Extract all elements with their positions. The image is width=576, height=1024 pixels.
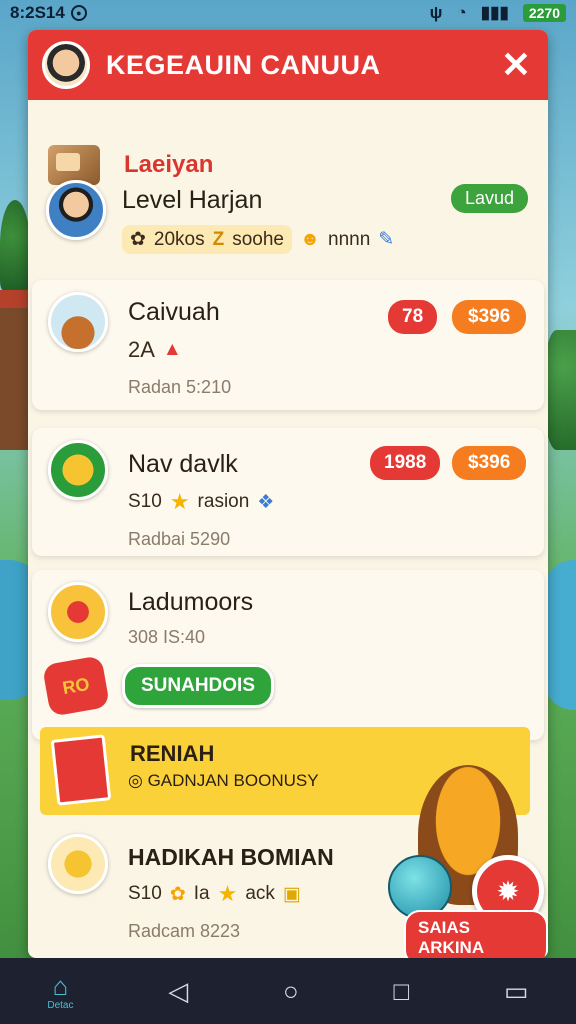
- dialog-title: KEGEAUIN CANUUA: [106, 49, 381, 80]
- star-icon: ★: [169, 489, 190, 514]
- navigation-bar: ⌂ Detac ◁ ○ □ ▭: [0, 958, 576, 1024]
- gem-icon: ❖: [257, 491, 275, 513]
- prize-button[interactable]: SAIAS ARKINA: [404, 910, 548, 958]
- status-bar: 8:2S14 ● ψ ◔ ▮▮▮ 2270: [0, 0, 576, 26]
- background-tree-right: [544, 330, 576, 450]
- count-badge: 78: [388, 300, 438, 334]
- level-pill: ✿ 20kos Z soohe: [122, 225, 293, 254]
- reward-dialog: KEGEAUIN CANUUA ✕ Laeiyan Level Harjan ✿…: [28, 30, 548, 958]
- coin-icon: ✿: [169, 883, 186, 905]
- level-badge[interactable]: Lavud: [450, 184, 528, 213]
- back-icon: ◁: [168, 975, 189, 1006]
- list-item[interactable]: Caivuah 2A ▲ Radan 5:210 78 $396: [32, 280, 544, 410]
- background-water-right: [544, 560, 576, 710]
- background-palm-tree: [0, 200, 30, 290]
- gift-box-icon: [50, 734, 112, 806]
- list-item[interactable]: Ladumoors 308 IS:40 RO SUNAHDOIS: [32, 570, 544, 740]
- bag-icon: RO: [41, 655, 111, 717]
- mascot-illustration: ✹: [388, 755, 548, 935]
- home-icon: ⌂: [52, 971, 69, 1001]
- star-icon: ★: [217, 881, 238, 906]
- count-badge: 1988: [370, 446, 441, 480]
- mascot-face-icon: ☻: [300, 228, 321, 250]
- wallet-button[interactable]: ▭: [504, 976, 529, 1007]
- battery-indicator: 2270: [522, 4, 566, 22]
- player-avatar: [46, 180, 106, 240]
- nav-home[interactable]: ⌂ Detac: [47, 971, 73, 1011]
- edit-icon[interactable]: ✎: [378, 228, 394, 251]
- gold-bars-avatar: [48, 834, 108, 894]
- coin-icon: ◎: [128, 771, 143, 790]
- home-button[interactable]: ○: [283, 976, 299, 1007]
- dialog-header: KEGEAUIN CANUUA ✕: [28, 30, 548, 100]
- level-title: Level Harjan: [122, 186, 263, 214]
- flame-icon: ▲: [162, 339, 182, 360]
- list-item[interactable]: Nav davlk S10 ★ rasion ❖ Radbai 5290 198…: [32, 428, 544, 556]
- price-button[interactable]: $396: [452, 446, 527, 480]
- wifi-icon: ◔: [456, 3, 467, 22]
- square-icon: □: [393, 975, 410, 1006]
- ticket-icon: ▣: [282, 883, 301, 905]
- camel-avatar: [48, 292, 108, 352]
- treasure-chest-icon: [48, 145, 100, 185]
- collect-button[interactable]: SUNAHDOIS: [122, 664, 275, 708]
- gift-avatar: [48, 582, 108, 642]
- section-title: Laeiyan: [124, 151, 214, 178]
- close-button[interactable]: ✕: [498, 47, 534, 83]
- wallet-icon: ▭: [504, 975, 529, 1006]
- status-time: 8:2S14: [10, 3, 65, 22]
- coin-icon: ✿: [130, 229, 146, 250]
- level-row[interactable]: Level Harjan ✿ 20kos Z soohe ☻ nnnn ✎ La…: [28, 180, 548, 254]
- signal-icon: ▮▮▮: [480, 3, 509, 22]
- price-button[interactable]: $396: [452, 300, 527, 334]
- status-icons: ψ ◔ ▮▮▮ 2270: [430, 3, 566, 23]
- notification-icon: ●: [70, 5, 87, 21]
- usb-icon: ψ: [429, 3, 443, 22]
- back-button[interactable]: ◁: [168, 976, 188, 1007]
- profile-avatar[interactable]: [42, 41, 90, 89]
- circle-icon: ○: [283, 975, 299, 1006]
- recents-button[interactable]: □: [394, 976, 410, 1007]
- shop-sign-avatar: [48, 440, 108, 500]
